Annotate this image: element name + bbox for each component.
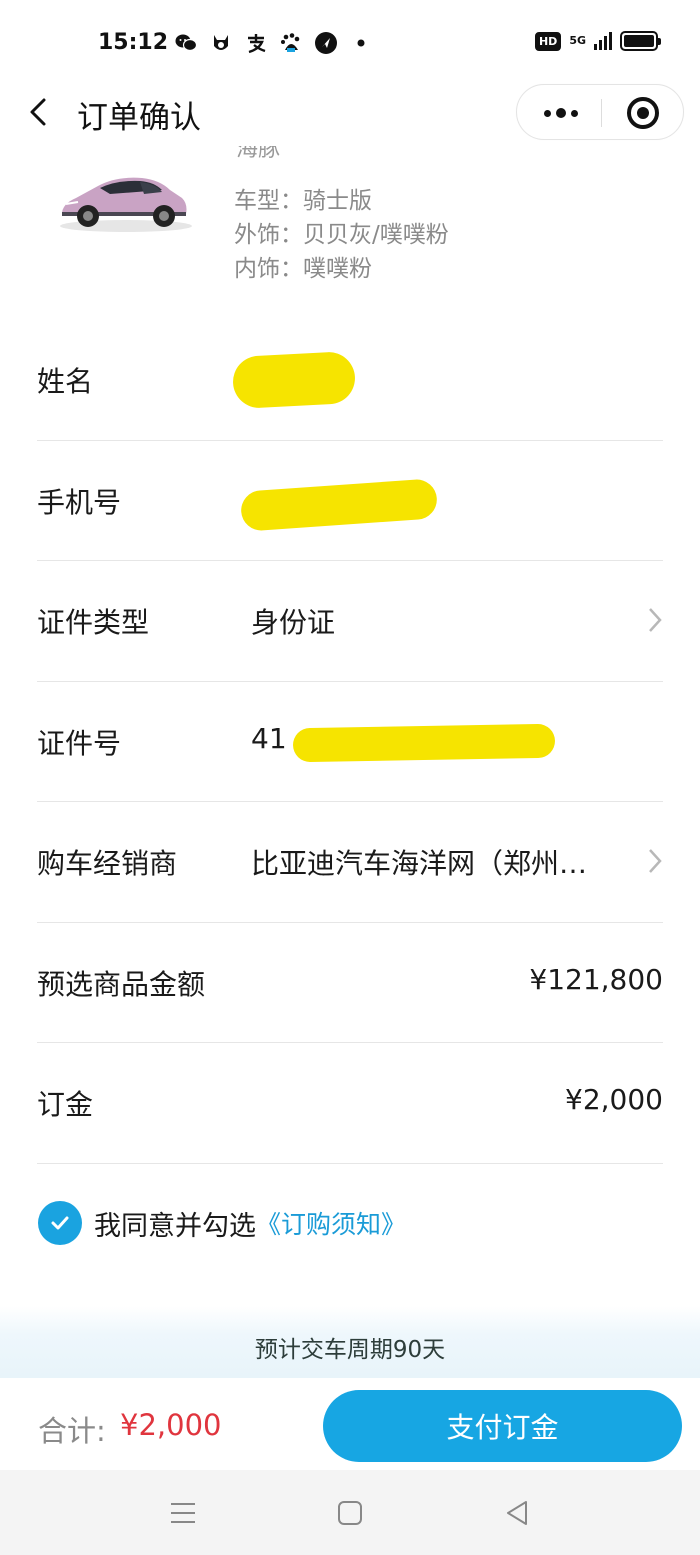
battery-icon xyxy=(620,31,661,51)
baidu-icon xyxy=(279,31,303,55)
home-icon[interactable] xyxy=(333,1496,367,1530)
check-icon xyxy=(51,1216,69,1230)
dealer-label: 购车经销商 xyxy=(37,847,178,880)
location-app-icon xyxy=(314,31,338,55)
back-button[interactable] xyxy=(24,92,56,132)
id-type-row[interactable]: 证件类型 身份证 xyxy=(37,561,663,682)
pay-deposit-button[interactable]: 支付订金 xyxy=(323,1390,682,1462)
phone-label: 手机号 xyxy=(37,485,122,519)
capsule-divider xyxy=(601,99,602,127)
nav-bar: 订单确认 xyxy=(0,80,700,144)
status-time: 15:12 xyxy=(98,30,169,55)
car-specs: 车型：骑士版 外饰：贝贝灰/噗噗粉 内饰：噗噗粉 xyxy=(234,184,449,286)
chevron-right-icon xyxy=(649,608,662,632)
redaction-mark xyxy=(231,350,357,410)
chevron-right-icon xyxy=(649,849,662,873)
car-title-clipped: 海豚 xyxy=(236,146,280,158)
back-arrow-icon xyxy=(30,98,46,126)
signal-icon xyxy=(594,32,612,50)
alipay-icon xyxy=(244,31,268,55)
phone-row: 手机号 xyxy=(37,441,663,561)
price-row: 预选商品金额 ¥121,800 xyxy=(37,923,663,1043)
id-number-label: 证件号 xyxy=(37,726,122,760)
close-miniprogram-icon[interactable] xyxy=(627,97,659,129)
total-label: 合计: xyxy=(38,1414,106,1448)
dealer-value: 比亚迪汽车海洋网（郑州… xyxy=(251,847,588,880)
price-label: 预选商品金额 xyxy=(37,967,206,1001)
spec-exterior: 外饰：贝贝灰/噗噗粉 xyxy=(234,222,449,248)
checkout-bar: 合计: ¥2,000 支付订金 xyxy=(0,1378,700,1470)
hd-badge: HD xyxy=(534,31,562,51)
spec-interior: 内饰：噗噗粉 xyxy=(234,256,372,282)
redaction-mark xyxy=(239,477,439,532)
deposit-row: 订金 ¥2,000 xyxy=(37,1043,663,1164)
name-row: 姓名 xyxy=(37,320,663,441)
delivery-banner: 预计交车周期90天 xyxy=(0,1306,700,1378)
id-type-label: 证件类型 xyxy=(37,606,150,639)
system-nav-bar xyxy=(0,1470,700,1555)
spec-model: 车型：骑士版 xyxy=(234,188,372,214)
delivery-text: 预计交车周期90天 xyxy=(254,1337,446,1363)
page-title: 订单确认 xyxy=(77,100,201,136)
name-label: 姓名 xyxy=(37,365,94,398)
deposit-value: ¥2,000 xyxy=(565,1083,663,1116)
dealer-row[interactable]: 购车经销商 比亚迪汽车海洋网（郑州… xyxy=(37,802,663,923)
back-icon[interactable] xyxy=(500,1496,534,1530)
more-options-button[interactable] xyxy=(541,99,581,127)
agreement-checkbox[interactable] xyxy=(38,1201,82,1245)
network-type: 5G xyxy=(569,34,586,47)
car-image xyxy=(54,168,194,234)
price-value: ¥121,800 xyxy=(529,962,663,996)
agreement-text: 我同意并勾选 xyxy=(94,1210,256,1242)
order-form: 姓名 手机号 证件类型 身份证 证件号 41 购车经销商 比亚迪汽车海洋网（郑州… xyxy=(0,320,700,1164)
wechat-icon xyxy=(174,31,198,55)
deposit-label: 订金 xyxy=(37,1088,94,1121)
status-app-icons xyxy=(174,31,373,55)
id-number-value: 41 xyxy=(251,721,287,755)
agreement-row: 我同意并勾选 《订购须知》 xyxy=(38,1200,406,1246)
total-value: ¥2,000 xyxy=(120,1408,222,1442)
app-icon xyxy=(209,31,233,55)
redaction-mark xyxy=(292,723,556,762)
id-type-value: 身份证 xyxy=(251,606,336,639)
status-bar: 15:12 HD 5G xyxy=(0,0,700,88)
status-system-icons: HD 5G xyxy=(534,31,661,51)
miniprogram-capsule xyxy=(516,84,684,140)
order-terms-link[interactable]: 《订购须知》 xyxy=(256,1205,406,1241)
menu-icon[interactable] xyxy=(166,1496,200,1530)
dot-icon xyxy=(349,31,373,55)
id-number-row: 证件号 41 xyxy=(37,682,663,802)
